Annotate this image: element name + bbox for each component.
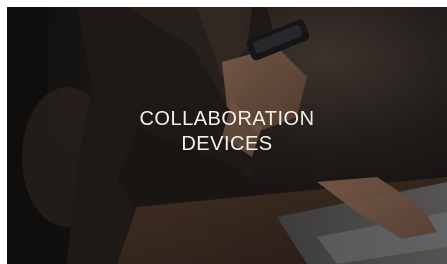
card-title[interactable]: COLLABORATION DEVICES (7, 107, 447, 157)
card-title-line-1: COLLABORATION (139, 108, 315, 130)
card-title-line-2: DEVICES (181, 133, 273, 155)
collaboration-devices-card[interactable]: COLLABORATION DEVICES (7, 7, 447, 264)
page-frame: COLLABORATION DEVICES (0, 0, 447, 264)
